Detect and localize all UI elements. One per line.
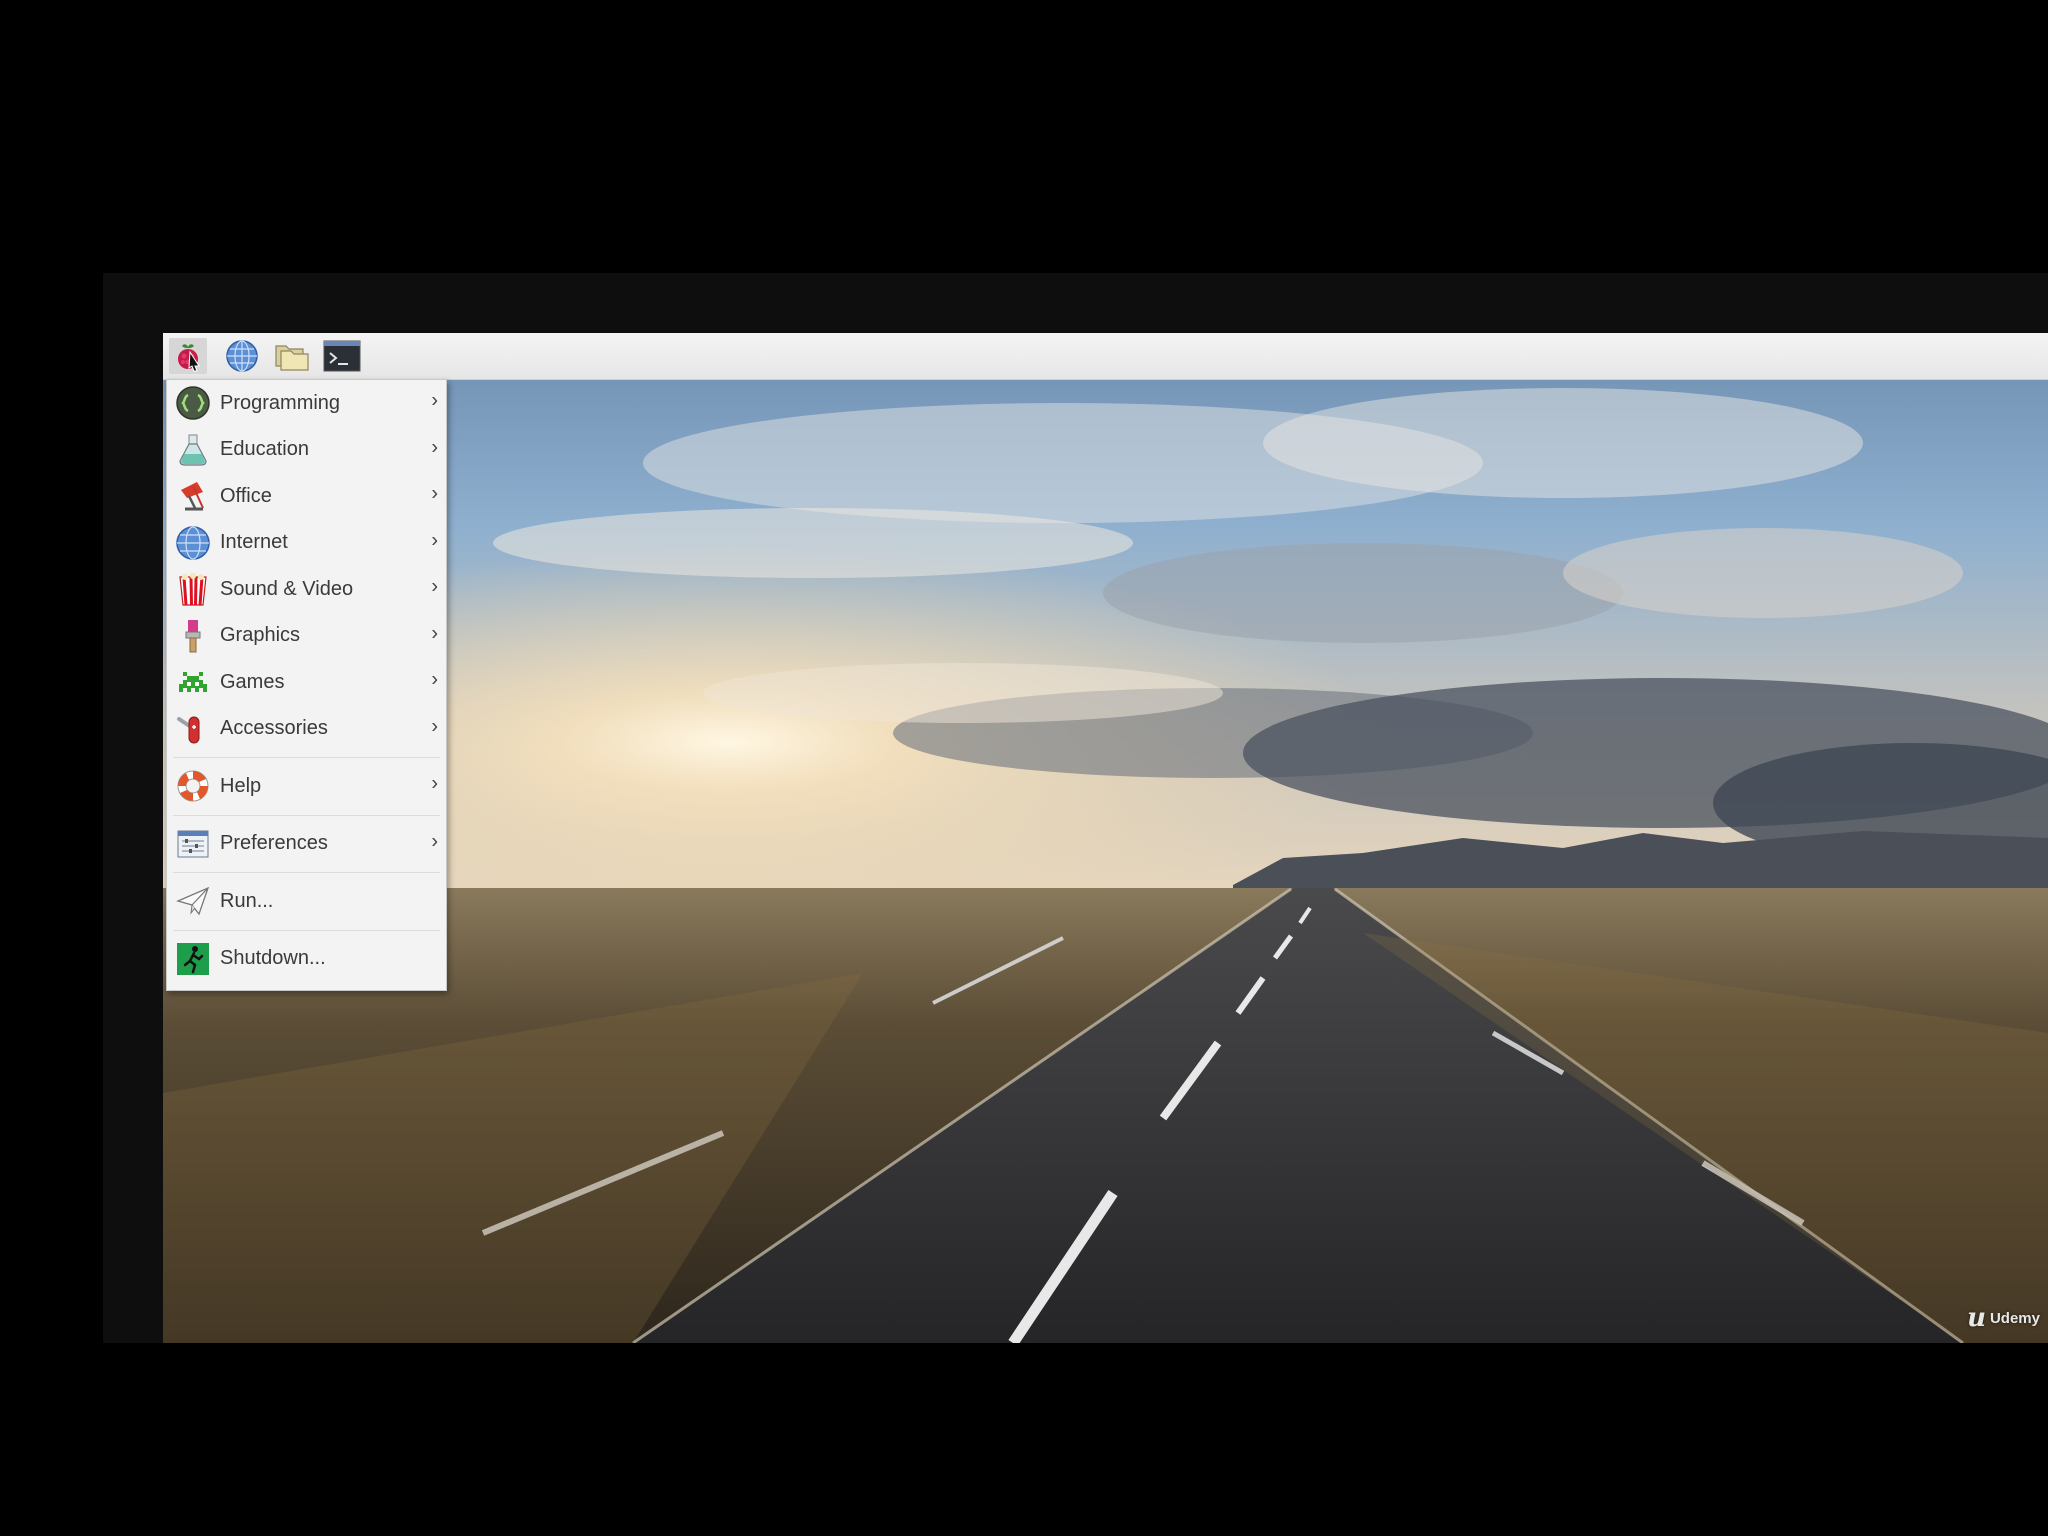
menu-item-label: Sound & Video — [220, 577, 354, 600]
globe-icon — [226, 340, 258, 372]
flask-icon — [173, 430, 213, 470]
menu-item-label: Internet — [220, 531, 288, 554]
menu-item-label: Education — [220, 438, 309, 461]
terminal-icon — [323, 340, 361, 372]
menu-item-label: Office — [220, 484, 272, 507]
submenu-arrow-icon: › — [431, 715, 438, 738]
menu-item-programming[interactable]: Programming › — [167, 380, 446, 427]
menu-item-education[interactable]: Education › — [167, 427, 446, 474]
menu-item-label: Accessories — [220, 717, 328, 740]
desktop-screen: Programming › Education › Office › Internet › So… — [163, 333, 2048, 1343]
submenu-arrow-icon: › — [431, 772, 438, 795]
programming-icon — [173, 383, 213, 423]
menu-item-preferences[interactable]: Preferences › — [167, 821, 446, 868]
popcorn-icon — [173, 569, 213, 609]
submenu-arrow-icon: › — [431, 830, 438, 853]
submenu-arrow-icon: › — [431, 482, 438, 505]
taskbar — [163, 333, 2048, 380]
watermark-text: Udemy — [1989, 1309, 2040, 1327]
menu-separator — [173, 929, 440, 931]
submenu-arrow-icon: › — [431, 389, 438, 412]
file-manager-button[interactable] — [273, 338, 311, 374]
menu-item-games[interactable]: Games › — [167, 659, 446, 706]
udemy-watermark: u Udemy — [1967, 1303, 2040, 1333]
menu-item-label: Shutdown... — [220, 947, 326, 970]
preferences-icon — [173, 824, 213, 864]
pocket-knife-icon — [173, 709, 213, 749]
menu-separator — [173, 814, 440, 816]
menu-separator — [173, 872, 440, 873]
submenu-arrow-icon: › — [431, 575, 438, 598]
menu-item-label: Run... — [220, 889, 274, 912]
menu-item-label: Games — [220, 670, 285, 693]
space-invader-icon — [173, 662, 213, 702]
paper-plane-icon — [173, 881, 213, 921]
lifebuoy-icon — [173, 766, 213, 806]
submenu-arrow-icon: › — [431, 668, 438, 691]
menu-item-office[interactable]: Office › — [167, 473, 446, 520]
menu-item-label: Preferences — [220, 832, 328, 855]
menu-item-shutdown[interactable]: Shutdown... — [167, 936, 446, 983]
raspberry-menu-button[interactable] — [169, 338, 207, 374]
applications-menu: Programming › Education › Office › Internet › So… — [166, 379, 447, 991]
submenu-arrow-icon: › — [431, 436, 438, 459]
menu-item-sound-video[interactable]: Sound & Video › — [167, 566, 446, 613]
menu-item-accessories[interactable]: Accessories › — [167, 706, 446, 753]
exit-icon — [173, 939, 213, 979]
submenu-arrow-icon: › — [431, 622, 438, 645]
menu-item-label: Programming — [220, 391, 341, 414]
menu-item-label: Help — [220, 774, 262, 797]
web-browser-button[interactable] — [223, 338, 261, 374]
globe-icon — [173, 523, 213, 563]
submenu-arrow-icon: › — [431, 529, 438, 552]
menu-item-run[interactable]: Run... — [167, 878, 446, 925]
menu-item-graphics[interactable]: Graphics › — [167, 613, 446, 660]
terminal-button[interactable] — [323, 338, 361, 374]
raspberry-icon — [178, 344, 200, 372]
menu-item-internet[interactable]: Internet › — [167, 520, 446, 567]
office-icon — [173, 476, 213, 516]
menu-separator — [173, 757, 440, 758]
udemy-logo: u — [1967, 1303, 1986, 1333]
menu-item-label: Graphics — [220, 624, 301, 647]
menu-item-help[interactable]: Help › — [167, 763, 446, 810]
paintbrush-icon — [173, 616, 213, 656]
folder-icon — [275, 345, 309, 371]
